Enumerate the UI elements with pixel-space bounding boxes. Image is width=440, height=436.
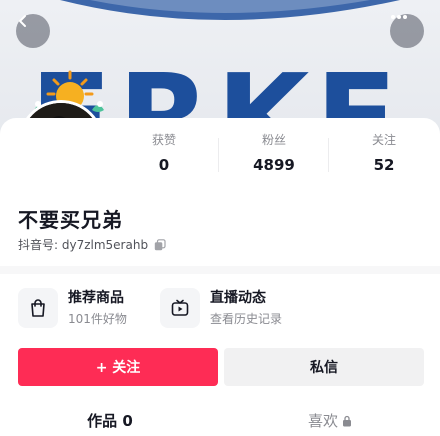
douyin-id-text: 抖音号: dy7zlm5erahb [18, 238, 149, 252]
tab-works[interactable]: 作品 0 [0, 406, 220, 436]
profile-actions: + 关注 私信 [18, 348, 424, 386]
stat-likes[interactable]: 获赞 0 [114, 132, 214, 176]
profile-nickname: 不要买兄弟 [18, 208, 123, 232]
entry-text: 直播动态 查看历史记录 [210, 288, 282, 328]
follow-button[interactable]: + 关注 [18, 348, 218, 386]
stat-following[interactable]: 关注 52 [334, 132, 434, 176]
stat-followers[interactable]: 粉丝 4899 [224, 132, 324, 176]
entry-icon-bg [18, 288, 58, 328]
chevron-left-icon [19, 15, 26, 27]
entry-live-updates[interactable]: 直播动态 查看历史记录 [160, 282, 282, 334]
profile-stats: 获赞 0 粉丝 4899 关注 52 [108, 132, 440, 180]
profile-tabs: 作品 0 喜欢 [0, 406, 440, 436]
more-button[interactable] [390, 14, 424, 48]
stat-followers-value: 4899 [253, 156, 295, 174]
tab-likes[interactable]: 喜欢 [220, 406, 440, 436]
stat-likes-value: 0 [158, 156, 170, 174]
douyin-id-row[interactable]: 抖音号: dy7zlm5erahb [18, 236, 166, 253]
entry-subtitle: 查看历史记录 [210, 312, 283, 326]
message-button[interactable]: 私信 [224, 348, 424, 386]
entry-icon-bg [160, 288, 200, 328]
shopping-bag-icon [31, 299, 45, 317]
entry-title: 推荐商品 [68, 290, 124, 306]
entry-text: 推荐商品 101件好物 [68, 288, 127, 328]
stat-following-value: 52 [373, 156, 395, 174]
tab-works-label: 作品 0 [87, 412, 133, 430]
tab-likes-label: 喜欢 [307, 412, 338, 430]
entry-recommended-products[interactable]: 推荐商品 101件好物 [18, 282, 127, 334]
stat-divider [328, 138, 329, 172]
stat-following-label: 关注 [371, 133, 396, 147]
stat-likes-label: 获赞 [151, 133, 176, 147]
live-tv-icon [171, 299, 189, 316]
more-horizontal-icon [391, 15, 407, 19]
profile-entries: 推荐商品 101件好物 直播动态 查看历史记录 [0, 282, 440, 334]
stat-followers-label: 粉丝 [261, 133, 286, 147]
entry-subtitle: 101件好物 [68, 312, 127, 326]
section-divider [0, 266, 440, 274]
copy-icon[interactable] [154, 238, 166, 251]
back-button[interactable] [16, 14, 50, 48]
stat-divider [218, 138, 219, 172]
entry-title: 直播动态 [210, 290, 266, 306]
lock-icon [343, 415, 351, 427]
